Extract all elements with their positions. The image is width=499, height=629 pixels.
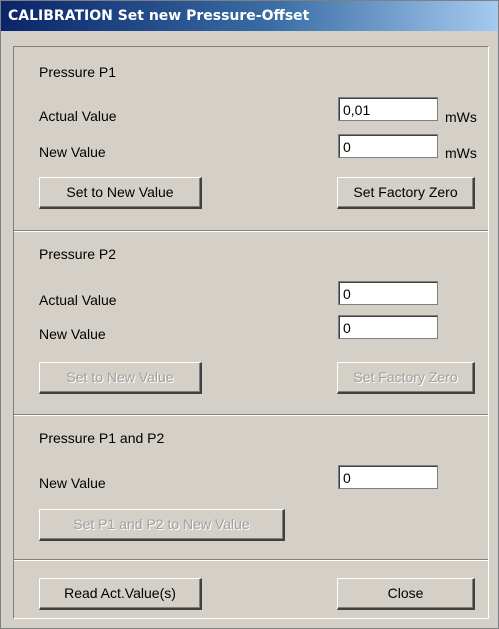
calibration-dialog: CALIBRATION Set new Pressure-Offset Pres…	[0, 0, 499, 629]
group-frame	[13, 46, 489, 619]
window-title[interactable]: CALIBRATION Set new Pressure-Offset	[1, 1, 498, 31]
